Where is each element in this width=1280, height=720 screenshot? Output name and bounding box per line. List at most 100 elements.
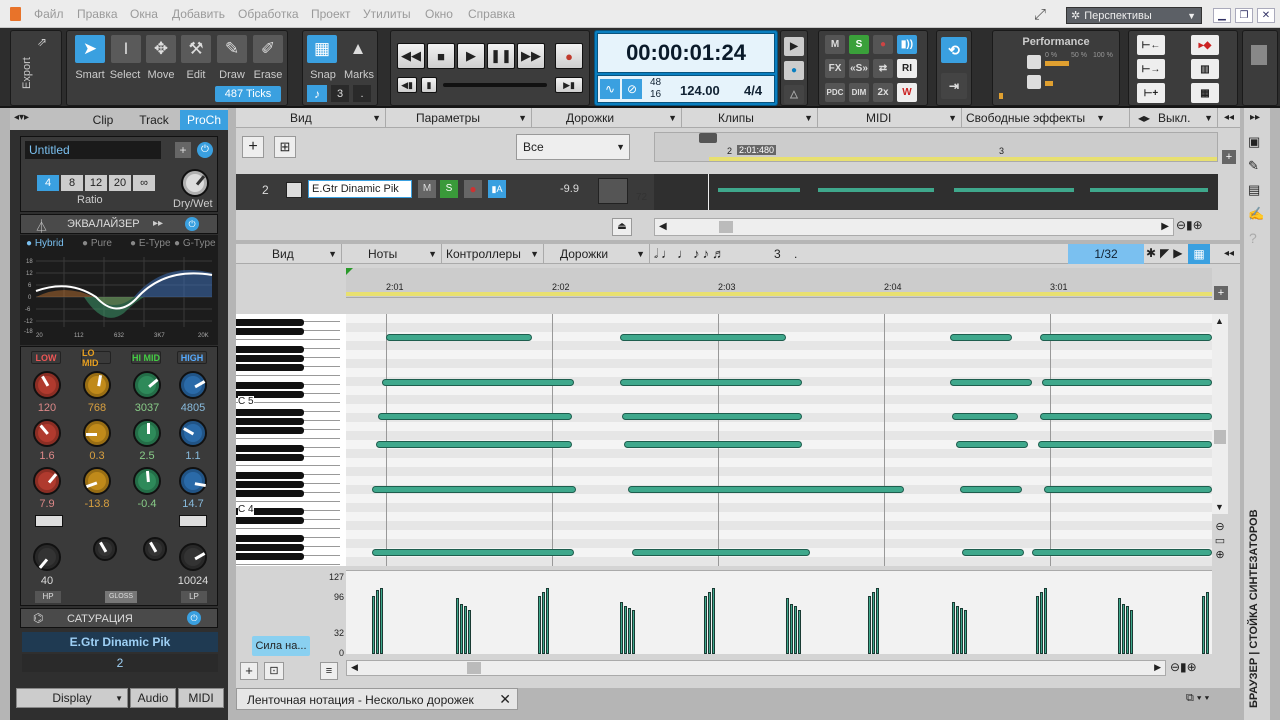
velocity-bar[interactable] (542, 592, 545, 654)
hp-button[interactable]: HP (35, 591, 61, 603)
velocity-bar[interactable] (952, 602, 955, 654)
extra-icon[interactable] (1251, 45, 1267, 65)
black-key[interactable] (236, 319, 304, 326)
velocity-bar[interactable] (872, 592, 875, 654)
audio-tab[interactable]: Audio (130, 688, 176, 708)
midi-note[interactable] (628, 486, 904, 493)
snap-value[interactable]: 3 (331, 85, 349, 102)
fx-button[interactable]: FX (825, 59, 845, 78)
velocity-bar[interactable] (632, 610, 635, 654)
velocity-bar[interactable] (786, 598, 789, 654)
tempo-value[interactable]: 124.00 (680, 83, 720, 98)
browser-nav-icon[interactable]: ▸▸ (1250, 112, 1260, 123)
eq-mode-gtype[interactable]: ● G-Type (174, 238, 216, 249)
black-key[interactable] (236, 553, 304, 560)
marker-rec-button[interactable]: ▸◆ (1191, 35, 1219, 55)
display-tab[interactable]: Display ▼ (16, 688, 128, 708)
track-name-strip[interactable]: E.Gtr Dinamic Pik (22, 632, 218, 652)
stop-button[interactable]: ■ (427, 43, 455, 69)
black-key[interactable] (236, 418, 304, 425)
velocity-bar[interactable] (708, 592, 711, 654)
lomid-q-knob[interactable] (83, 419, 111, 447)
fast-forward-button[interactable]: ▶▶ (517, 43, 545, 69)
waveform-icon[interactable]: ∿ (600, 79, 620, 99)
gloss-knob-2[interactable] (143, 537, 167, 561)
zoom-controls[interactable]: ⊖▮⊕ (1176, 218, 1220, 236)
waves-icon[interactable]: W (897, 83, 917, 102)
goto-start-button[interactable]: ◀▮ (397, 77, 417, 93)
track-monitor-button[interactable]: ▮A (488, 180, 506, 198)
black-key[interactable] (236, 427, 304, 434)
pr-grid-icon[interactable]: ▦ (1188, 244, 1210, 264)
pr-triplet[interactable]: 3 (774, 247, 781, 261)
pr-hzoom[interactable]: ⊖▮⊕ (1170, 660, 1230, 676)
track-volume-value[interactable]: -9.9 (560, 183, 579, 195)
snap-dot[interactable]: . (353, 85, 371, 102)
collapse-icon[interactable]: ◂◂ (1224, 112, 1234, 123)
marker-right-button[interactable]: ⊢→ (1137, 59, 1165, 79)
velocity-bar[interactable] (380, 588, 383, 654)
black-key[interactable] (236, 409, 304, 416)
himid-gain-knob[interactable] (133, 467, 161, 495)
preset-add-button[interactable]: + (175, 142, 191, 158)
pr-add-lane-button[interactable]: + (240, 662, 258, 680)
band-lomid-label[interactable]: LO MID (81, 348, 111, 368)
midi-note[interactable] (950, 334, 1012, 341)
menu-tracks[interactable]: Дорожки ▼ (532, 108, 682, 128)
pr-start-marker[interactable] (346, 268, 353, 275)
velocity-bar[interactable] (460, 604, 463, 654)
midi-note[interactable] (962, 549, 1024, 556)
black-key[interactable] (236, 346, 304, 353)
pr-lane-menu-button[interactable]: ≡ (320, 662, 338, 680)
menu-file[interactable]: Файл (34, 7, 64, 21)
velocity-bar[interactable] (956, 606, 959, 654)
menu-midi[interactable]: MIDI ▼ (818, 108, 962, 128)
velocity-bar[interactable] (1206, 592, 1209, 654)
midi-note[interactable] (960, 486, 1022, 493)
close-window-button[interactable]: ✕ (1257, 8, 1275, 23)
bottom-tab[interactable]: Ленточная нотация - Несколько дорожек ✕ (236, 688, 518, 710)
track-hscroll-thumb[interactable] (719, 221, 733, 233)
menu-project[interactable]: Проект (311, 7, 351, 21)
velocity-bar[interactable] (1044, 588, 1047, 654)
marker-button[interactable]: ▮ (421, 77, 437, 93)
black-key[interactable] (236, 328, 304, 335)
track-arm-button[interactable]: ● (464, 180, 482, 198)
scroll-right-icon[interactable]: ▶ (1154, 662, 1161, 673)
track-mute-button[interactable]: M (418, 180, 436, 198)
hp-knob[interactable] (33, 543, 61, 571)
menu-edit[interactable]: Правка (77, 7, 118, 21)
lomid-freq-knob[interactable] (83, 371, 111, 399)
goto-end-button[interactable]: ▶▮ (555, 77, 583, 93)
pr-tool-icons[interactable]: ✱◤▶ (1146, 246, 1187, 260)
eq-mode-pure[interactable]: ● Pure (82, 238, 112, 249)
velocity-bar[interactable] (868, 596, 871, 654)
add-track-button[interactable]: + (242, 136, 264, 158)
power-icon[interactable]: ⏻ (197, 142, 213, 158)
track-hscroll[interactable]: ◀ ▶ (654, 218, 1174, 236)
band-himid-label[interactable]: HI MID (131, 351, 161, 364)
black-key[interactable] (236, 544, 304, 551)
track-name-field[interactable]: E.Gtr Dinamic Pik (308, 180, 412, 198)
bottom-tab-controls[interactable]: ⧉ ▾ ▾ (1186, 692, 1209, 705)
pr-ruler[interactable]: 2:01 2:02 2:03 2:04 3:01 (346, 268, 1212, 298)
ri-button[interactable]: RI (897, 59, 917, 78)
tab-prochannel[interactable]: ProCh (180, 110, 228, 130)
dim-button[interactable]: DIM (849, 83, 869, 102)
midi-note[interactable] (1042, 379, 1212, 386)
menu-help[interactable]: Справка (468, 7, 515, 21)
black-key[interactable] (236, 490, 304, 497)
note-grid[interactable] (346, 314, 1212, 566)
scroll-right-icon[interactable]: ▶ (1161, 221, 1169, 232)
track-fader[interactable] (598, 178, 628, 204)
edit-tool-button[interactable]: ⚒ (181, 35, 211, 63)
note-duration-icons[interactable]: 𝅗𝅥♩♩♪♪♬ (654, 246, 728, 262)
low-shelf-toggle[interactable] (35, 515, 63, 527)
expand-icon[interactable]: ⤢ (1034, 6, 1046, 23)
pr-snap-value[interactable]: 1/32 (1068, 244, 1144, 264)
velocity-bar[interactable] (468, 610, 471, 654)
shuffle-icon[interactable]: ⇄ (873, 59, 893, 78)
lp-knob[interactable] (179, 543, 207, 571)
select-tool-button[interactable]: I (111, 35, 141, 63)
record-arm-button[interactable]: ● (873, 35, 893, 54)
